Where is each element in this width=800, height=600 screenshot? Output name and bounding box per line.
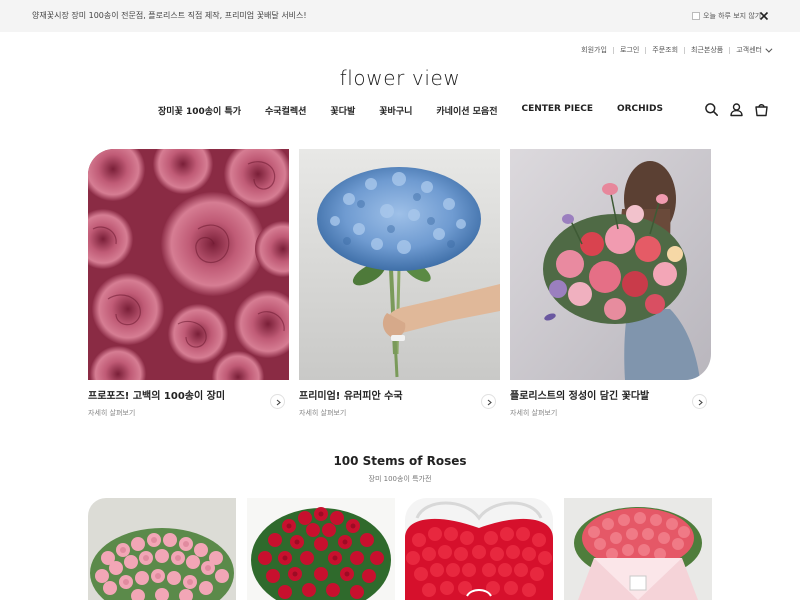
chevron-right-icon[interactable]	[481, 394, 496, 409]
divider	[729, 46, 731, 54]
feature-title[interactable]: 프로포즈! 고백의 100송이 장미	[88, 387, 225, 402]
nav-item-rose-100[interactable]: 장미꽃 100송이 특가	[158, 104, 241, 117]
nav-item-basket[interactable]: 꽃바구니	[379, 104, 412, 117]
nav-item-carnation[interactable]: 카네이션 모음전	[436, 104, 497, 117]
nav-item-center-piece[interactable]: CENTER PIECE	[521, 104, 592, 117]
order-lookup-link[interactable]: 주문조회	[652, 45, 678, 55]
red-rose-heart-basket-image	[405, 498, 553, 600]
product-thumbnail[interactable]	[247, 498, 395, 600]
user-icon[interactable]	[729, 102, 744, 117]
nav-item-orchids[interactable]: ORCHIDS	[617, 104, 663, 117]
feature-card-roses[interactable]: 프로포즈! 고백의 100송이 장미 자세히 살펴보기	[88, 149, 289, 421]
bouquet-image[interactable]	[510, 149, 711, 380]
feature-link[interactable]: 자세히 살펴보기	[510, 408, 557, 418]
feature-title[interactable]: 플로리스트의 정성이 담긴 꽃다발	[510, 387, 649, 402]
feature-card-hydrangea[interactable]: 프리미엄! 유러피안 수국 자세히 살펴보기	[299, 149, 500, 421]
customer-center-link[interactable]: 고객센터	[736, 45, 762, 55]
rose-image[interactable]	[88, 149, 289, 380]
recently-viewed-link[interactable]: 최근본상품	[691, 45, 723, 55]
feature-link[interactable]: 자세히 살펴보기	[299, 408, 346, 418]
login-link[interactable]: 로그인	[620, 45, 639, 55]
main-nav: 장미꽃 100송이 특가 수국컬렉션 꽃다발 꽃바구니 카네이션 모음전 CEN…	[158, 104, 663, 117]
feature-link[interactable]: 자세히 살펴보기	[88, 408, 135, 418]
chevron-down-icon[interactable]	[765, 45, 773, 53]
close-icon[interactable]	[757, 9, 771, 23]
product-thumbnail[interactable]	[564, 498, 712, 600]
section-subtitle: 장미 100송이 특가전	[368, 475, 432, 483]
feature-card-bouquet[interactable]: 플로리스트의 정성이 담긴 꽃다발 자세히 살펴보기	[510, 149, 711, 421]
product-thumbnail[interactable]	[405, 498, 553, 600]
dismiss-today-checkbox[interactable]	[692, 12, 700, 20]
utility-links: 회원가입 로그인 주문조회 최근본상품 고객센터	[581, 45, 773, 55]
red-rose-bouquet-image	[247, 498, 395, 600]
bouquet-illustration	[510, 149, 711, 380]
notice-text: 양재꽃시장 장미 100송이 전문점, 플로리스트 직접 제작, 프리미엄 꽃배…	[32, 11, 307, 20]
coral-rose-bouquet-image	[564, 498, 712, 600]
chevron-right-icon[interactable]	[692, 394, 707, 409]
product-thumbnail[interactable]	[88, 498, 236, 600]
site-logo[interactable]: flower view	[0, 66, 800, 90]
header-icons	[704, 102, 769, 117]
nav-item-hydrangea[interactable]: 수국컬렉션	[265, 104, 306, 117]
rose-illustration	[88, 149, 289, 380]
chevron-right-icon[interactable]	[270, 394, 285, 409]
logo-text: flower view	[339, 66, 461, 90]
feature-title[interactable]: 프리미엄! 유러피안 수국	[299, 387, 403, 402]
search-icon[interactable]	[704, 102, 719, 117]
divider	[684, 46, 686, 54]
divider	[645, 46, 647, 54]
hydrangea-image[interactable]	[299, 149, 500, 380]
dismiss-today-label[interactable]: 오늘 하루 보지 않기	[703, 11, 761, 21]
top-notice-bar: 양재꽃시장 장미 100송이 전문점, 플로리스트 직접 제작, 프리미엄 꽃배…	[0, 0, 800, 32]
cart-icon[interactable]	[754, 102, 769, 117]
hydrangea-illustration	[299, 149, 500, 380]
nav-item-bouquet[interactable]: 꽃다발	[330, 104, 355, 117]
pink-rose-bouquet-image	[88, 498, 236, 600]
section-title: 100 Stems of Roses	[333, 454, 467, 468]
signup-link[interactable]: 회원가입	[581, 45, 607, 55]
divider	[612, 46, 614, 54]
